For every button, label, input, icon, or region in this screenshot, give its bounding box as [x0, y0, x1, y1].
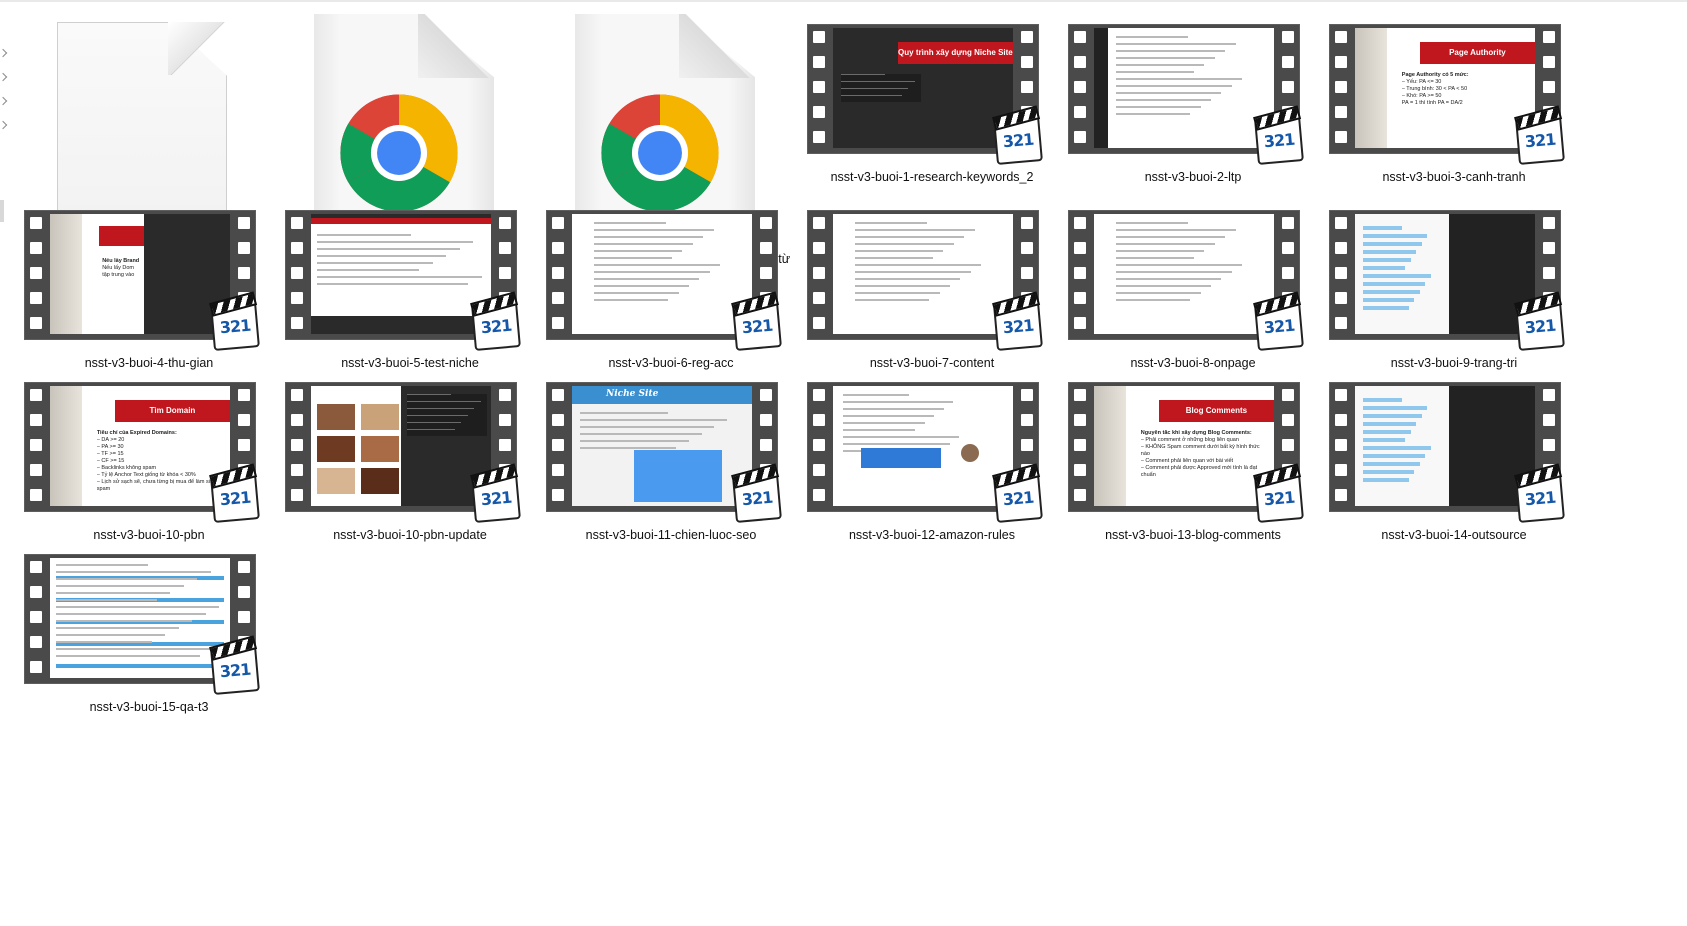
- video-preview-frame: [50, 558, 230, 678]
- nav-scroll-indicator: [0, 200, 4, 222]
- slide-title: Blog Comments: [1158, 400, 1274, 422]
- slide-text-line: Nếu lấy Brand: [102, 258, 140, 264]
- slide-text-line: Nguyên tắc khi xây dựng Blog Comments:: [1140, 430, 1252, 436]
- file-item[interactable]: 321 nsst-v3-buoi-10-pbn-update: [280, 380, 540, 543]
- slide-text-line: Tiêu chí của Expired Domains:: [96, 430, 177, 436]
- file-item[interactable]: 321 nsst-v3-buoi-15-qa-t3: [19, 552, 279, 715]
- file-item[interactable]: Niche Site 321 nsst-v3-buoi-11-chien-luoc-…: [541, 380, 801, 543]
- file-name-label: nsst-v3-buoi-12-amazon-rules: [848, 528, 1016, 542]
- file-name-label: nsst-v3-buoi-13-blog-comments: [1105, 528, 1281, 542]
- slide-title: Page Authority: [1419, 42, 1535, 64]
- badge-number: 321: [1002, 487, 1035, 510]
- slide-text-line: – Comment phải liên quan với bài viết: [1140, 458, 1234, 464]
- slide-text-line: – TF >= 15: [96, 451, 124, 457]
- slide-text-line: – Yếu: PA <= 30: [1401, 79, 1442, 85]
- slide-text-line: – PA >= 30: [96, 444, 124, 450]
- media-player-classic-icon: 321: [992, 463, 1043, 523]
- slide-text-line: Nếu lấy Dom: [102, 265, 134, 271]
- slide-title: Tìm Domain: [114, 400, 230, 422]
- file-name-label: nsst-v3-buoi-15-qa-t3: [89, 700, 209, 714]
- slide-text-line: – Khó: PA >= 50: [1401, 93, 1442, 99]
- sprocket-holes: [29, 561, 43, 677]
- file-thumbnail[interactable]: Blog Comments Nguyên tắc khi xây dựng Blo…: [1063, 292, 1323, 523]
- video-preview-frame: Blog Comments Nguyên tắc khi xây dựng Blo…: [1094, 386, 1274, 506]
- badge-number: 321: [1263, 487, 1296, 510]
- file-item[interactable]: 321 nsst-v3-buoi-14-outsource: [1324, 380, 1584, 543]
- sprocket-holes: [551, 389, 565, 505]
- sprocket-holes: [1334, 389, 1348, 505]
- expand-chevron-icon[interactable]: [0, 96, 8, 106]
- file-item[interactable]: 321 nsst-v3-buoi-12-amazon-rules: [802, 380, 1062, 543]
- file-thumbnail[interactable]: 321: [19, 464, 279, 695]
- media-player-classic-icon: 321: [470, 463, 521, 523]
- slide-text-line: – KHÔNG Spam comment dưới bất kỳ hình th…: [1140, 444, 1260, 457]
- sprocket-holes: [1073, 389, 1087, 505]
- media-player-classic-icon: 321: [1253, 463, 1304, 523]
- video-preview-frame: [1355, 386, 1535, 506]
- expand-chevron-icon[interactable]: [0, 48, 8, 58]
- file-name-label: nsst-v3-buoi-14-outsource: [1381, 528, 1527, 542]
- sprocket-holes: [290, 389, 304, 505]
- media-player-classic-icon: 321: [1514, 463, 1565, 523]
- slide-text-line: – Comment phải được Approved mới tính là…: [1140, 465, 1258, 478]
- video-preview-frame: [833, 386, 1013, 506]
- page-fold: [418, 14, 494, 78]
- slide-text-line: – Trung bình: 30 < PA < 50: [1401, 86, 1468, 92]
- badge-number: 321: [480, 487, 513, 510]
- slide-text-line: tập trung vào: [102, 272, 135, 278]
- file-name-label: nsst-v3-buoi-11-chien-luoc-seo: [585, 528, 757, 542]
- file-thumbnail[interactable]: Niche Site 321: [541, 292, 801, 523]
- file-item[interactable]: Blog Comments Nguyên tắc khi xây dựng Blo…: [1063, 380, 1323, 543]
- slide-text-line: PA = 1 thì tính PA = DA/2: [1401, 100, 1463, 106]
- expand-chevron-icon[interactable]: [0, 72, 8, 82]
- media-player-classic-icon: 321: [731, 463, 782, 523]
- file-thumbnail[interactable]: 321: [280, 292, 540, 523]
- sprocket-holes: [812, 389, 826, 505]
- page-fold: [168, 22, 225, 75]
- video-preview-frame: [311, 386, 491, 506]
- slide-text-line: – Phải comment ở những blog liên quan: [1140, 437, 1239, 443]
- navigation-pane-edge: [0, 40, 8, 240]
- slide-title: Quy trình xây dựng Niche Site: [897, 42, 1013, 64]
- site-logo: Niche Site: [606, 389, 659, 399]
- badge-number: 321: [1524, 487, 1557, 510]
- page-fold: [679, 14, 755, 78]
- badge-number: 321: [741, 487, 774, 510]
- slide-text-line: – DA >= 20: [96, 437, 125, 443]
- badge-number: 321: [219, 659, 252, 682]
- slide-text-line: Page Authority có 5 mức:: [1401, 72, 1469, 78]
- expand-chevron-icon[interactable]: [0, 120, 8, 130]
- file-thumbnail[interactable]: 321: [802, 292, 1062, 523]
- video-preview-frame: Niche Site: [572, 386, 752, 506]
- file-thumbnail[interactable]: 321: [1324, 292, 1584, 523]
- file-name-label: nsst-v3-buoi-10-pbn-update: [333, 528, 487, 542]
- media-player-classic-icon: 321: [209, 635, 260, 695]
